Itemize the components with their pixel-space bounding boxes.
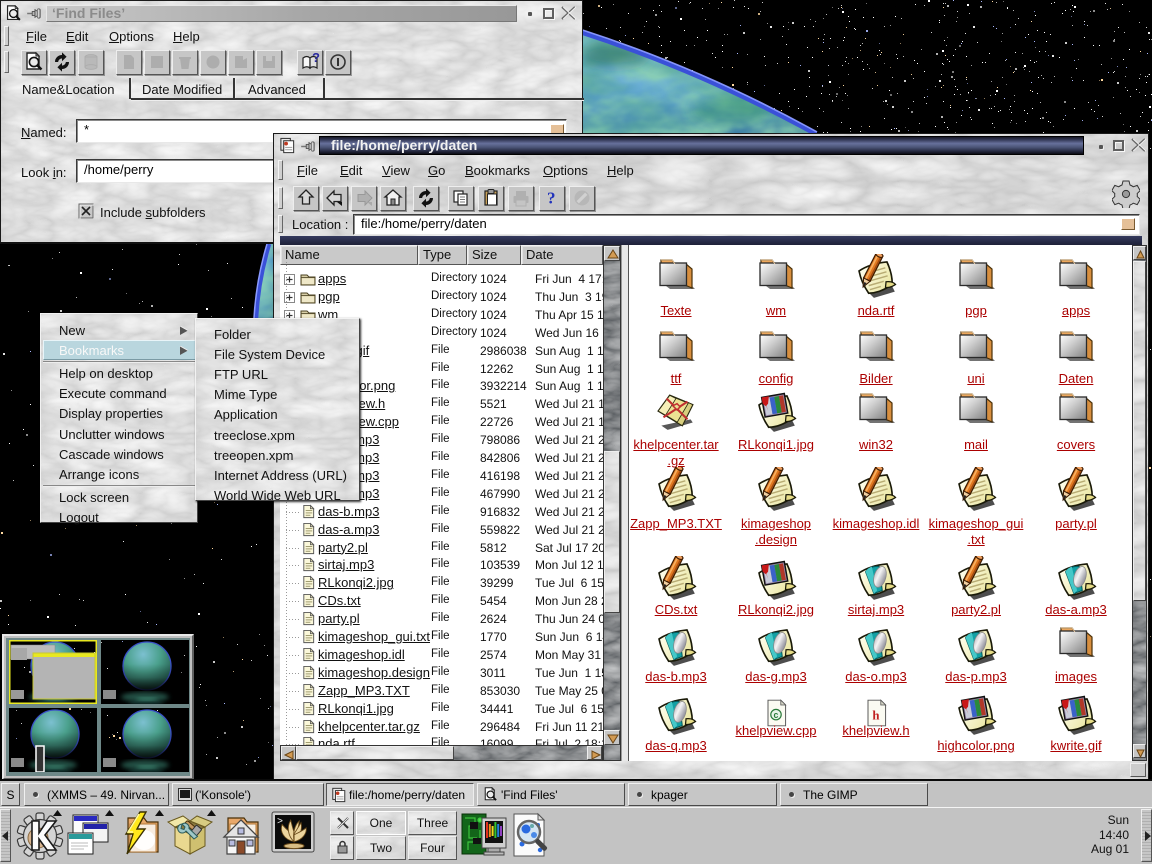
svg-text:?: ? xyxy=(547,189,556,208)
svg-text:?: ? xyxy=(312,52,320,65)
